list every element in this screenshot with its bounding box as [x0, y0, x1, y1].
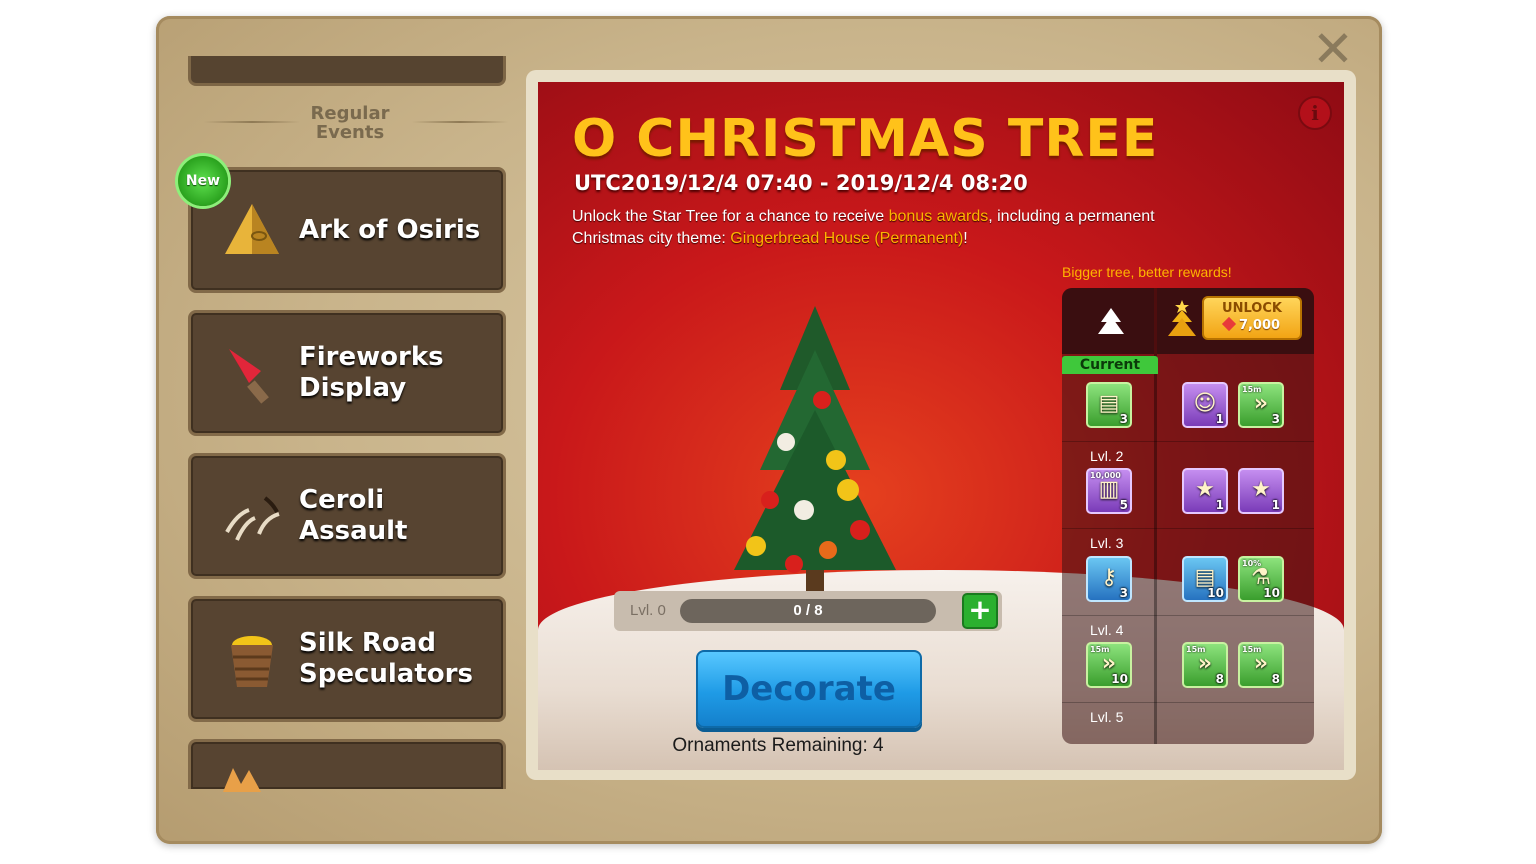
unlock-cost-value: 7,000	[1238, 318, 1281, 333]
reward-item[interactable]: » 15m 3	[1238, 382, 1284, 428]
desc-highlight-theme: Gingerbread House (Permanent)	[730, 230, 964, 247]
desc-text: Unlock the Star Tree for a chance to rec…	[572, 208, 889, 225]
reward-item-tag: 15m	[1242, 645, 1262, 654]
info-icon[interactable]: i	[1298, 96, 1332, 130]
reward-item-count: 5	[1119, 498, 1128, 512]
progress-text: 0 / 8	[793, 602, 823, 619]
gem-icon	[1221, 316, 1237, 332]
reward-item-tag: 15m	[1186, 645, 1206, 654]
close-icon[interactable]: ✕	[1310, 24, 1356, 74]
desc-text: !	[963, 230, 968, 247]
event-card-partial-top[interactable]	[188, 56, 506, 86]
unlock-star-tree-button[interactable]: UNLOCK 7,000	[1202, 296, 1302, 340]
event-label: Ark of Osiris	[299, 214, 481, 245]
reward-level-label: Lvl. 5	[1090, 709, 1124, 725]
reward-item[interactable]: ☺ 1	[1182, 382, 1228, 428]
reward-item[interactable]: ★ 1	[1238, 468, 1284, 514]
reward-item[interactable]: ⚗ 10% 10	[1238, 556, 1284, 602]
reward-item-tag: 10%	[1242, 559, 1262, 568]
reward-level-label: Lvl. 4	[1090, 622, 1124, 638]
reward-item[interactable]: ⚷ 3	[1086, 556, 1132, 602]
reward-item-count: 1	[1271, 498, 1280, 512]
star-tree-tier-icon	[1168, 300, 1196, 336]
section-heading-regular-events: Regular Events	[310, 103, 390, 143]
event-card-ark-of-osiris[interactable]: Ark of Osiris	[188, 167, 506, 293]
reward-item[interactable]: » 15m 8	[1238, 642, 1284, 688]
reward-item-count: 10	[1111, 672, 1128, 686]
reward-item-count: 1	[1215, 498, 1224, 512]
event-time: UTC2019/12/4 07:40 - 2019/12/4 08:20	[574, 171, 1028, 195]
reward-level-label: Lvl. 3	[1090, 535, 1124, 551]
ornaments-remaining: Ornaments Remaining: 4	[672, 735, 884, 756]
firework-rocket-icon	[229, 349, 269, 404]
reward-item-count: 1	[1215, 412, 1224, 426]
new-badge: New	[178, 156, 228, 206]
event-description: Unlock the Star Tree for a chance to rec…	[572, 206, 1172, 250]
game-screen: ✕ Regular Events Ark of Osiris New Firew…	[0, 0, 1536, 864]
reward-item-count: 3	[1119, 586, 1128, 600]
tree-progress: Lvl. 0 0 / 8	[614, 591, 1002, 631]
reward-item-count: 10	[1263, 586, 1280, 600]
decorate-button[interactable]: Decorate	[696, 650, 922, 728]
reward-item-tag: 10,000	[1090, 471, 1121, 480]
reward-item-count: 10	[1207, 586, 1224, 600]
rewards-note: Bigger tree, better rewards!	[1062, 264, 1232, 280]
reward-item-tag: 15m	[1090, 645, 1110, 654]
pyramid-icon	[225, 204, 279, 254]
fox-icon	[223, 768, 261, 792]
reward-row-divider	[1062, 702, 1314, 703]
unlock-label: UNLOCK	[1222, 301, 1282, 316]
reward-item-count: 3	[1271, 412, 1280, 426]
reward-item[interactable]: ▥ 10,000 5	[1086, 468, 1132, 514]
unlock-cost: 7,000	[1204, 316, 1300, 335]
reward-item-tag: 15m	[1242, 385, 1262, 394]
reward-item[interactable]: » 15m 8	[1182, 642, 1228, 688]
desc-highlight-bonus: bonus awards	[888, 208, 989, 225]
reward-row-divider	[1062, 528, 1314, 529]
event-label: Silk Road Speculators	[299, 628, 473, 689]
current-level-tag: Current	[1062, 356, 1158, 374]
add-ornament-button[interactable]: +	[962, 593, 998, 629]
event-card-partial-bottom[interactable]	[188, 739, 506, 792]
christmas-tree-image	[734, 306, 896, 594]
event-label: Ceroli Assault	[299, 485, 408, 546]
reward-row-divider	[1062, 441, 1314, 442]
event-card-silk-road-speculators[interactable]: Silk Road Speculators	[188, 596, 506, 722]
reward-item[interactable]: ★ 1	[1182, 468, 1228, 514]
event-card-fireworks-display[interactable]: Fireworks Display	[188, 310, 506, 436]
reward-item-count: 3	[1119, 412, 1128, 426]
claw-marks-icon	[225, 496, 280, 541]
gold-basket-icon	[231, 636, 273, 687]
event-label: Fireworks Display	[299, 342, 444, 403]
event-title: O CHRISTMAS TREE	[572, 109, 1159, 169]
reward-row-divider	[1062, 615, 1314, 616]
reward-item[interactable]: ▤ 3	[1086, 382, 1132, 428]
progress-level-label: Lvl. 0	[630, 602, 666, 619]
event-card-ceroli-assault[interactable]: Ceroli Assault	[188, 453, 506, 579]
reward-item[interactable]: ▤ 10	[1182, 556, 1228, 602]
reward-item-count: 8	[1271, 672, 1280, 686]
reward-item[interactable]: » 15m 10	[1086, 642, 1132, 688]
reward-item-count: 8	[1215, 672, 1224, 686]
tree-tier-icon	[1098, 308, 1124, 334]
reward-level-label: Lvl. 2	[1090, 448, 1124, 464]
